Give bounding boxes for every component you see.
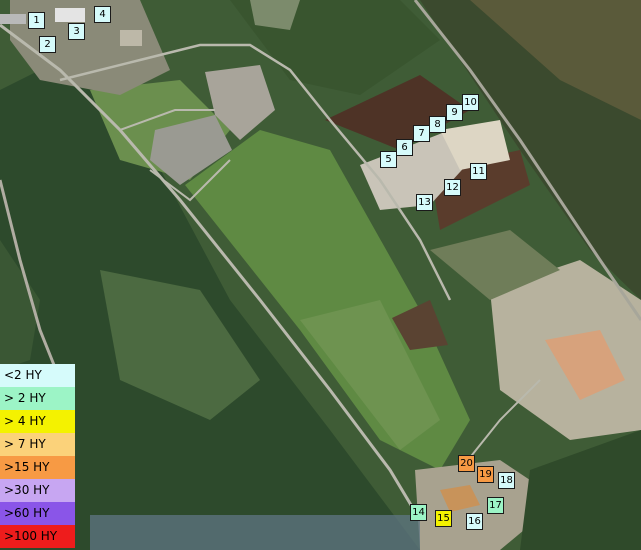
map-edge-tab — [0, 14, 26, 24]
satellite-map[interactable]: 1 2 3 4 5 6 7 8 9 10 11 12 13 14 15 16 1… — [0, 0, 641, 550]
site-marker-20[interactable]: 20 — [458, 455, 475, 472]
legend-item: > 2 HY — [0, 387, 75, 410]
site-marker-18[interactable]: 18 — [498, 472, 515, 489]
site-marker-12[interactable]: 12 — [444, 179, 461, 196]
legend-item: >100 HY — [0, 525, 75, 548]
site-marker-15[interactable]: 15 — [435, 510, 452, 527]
site-marker-11[interactable]: 11 — [470, 163, 487, 180]
site-marker-10[interactable]: 10 — [462, 94, 479, 111]
site-marker-13[interactable]: 13 — [416, 194, 433, 211]
legend-item: >15 HY — [0, 456, 75, 479]
site-marker-1[interactable]: 1 — [28, 12, 45, 29]
site-marker-4[interactable]: 4 — [94, 6, 111, 23]
legend-item: <2 HY — [0, 364, 75, 387]
legend: <2 HY > 2 HY > 4 HY > 7 HY >15 HY >30 HY… — [0, 364, 75, 548]
site-marker-17[interactable]: 17 — [487, 497, 504, 514]
site-marker-14[interactable]: 14 — [410, 504, 427, 521]
aerial-image — [0, 0, 641, 550]
site-marker-5[interactable]: 5 — [380, 151, 397, 168]
site-marker-9[interactable]: 9 — [446, 104, 463, 121]
legend-item: >30 HY — [0, 479, 75, 502]
site-marker-6[interactable]: 6 — [396, 139, 413, 156]
legend-item: >60 HY — [0, 502, 75, 525]
site-marker-7[interactable]: 7 — [413, 125, 430, 142]
site-marker-19[interactable]: 19 — [477, 466, 494, 483]
site-marker-16[interactable]: 16 — [466, 513, 483, 530]
legend-item: > 4 HY — [0, 410, 75, 433]
legend-item: > 7 HY — [0, 433, 75, 456]
site-marker-8[interactable]: 8 — [429, 116, 446, 133]
site-marker-3[interactable]: 3 — [68, 23, 85, 40]
site-marker-2[interactable]: 2 — [39, 36, 56, 53]
